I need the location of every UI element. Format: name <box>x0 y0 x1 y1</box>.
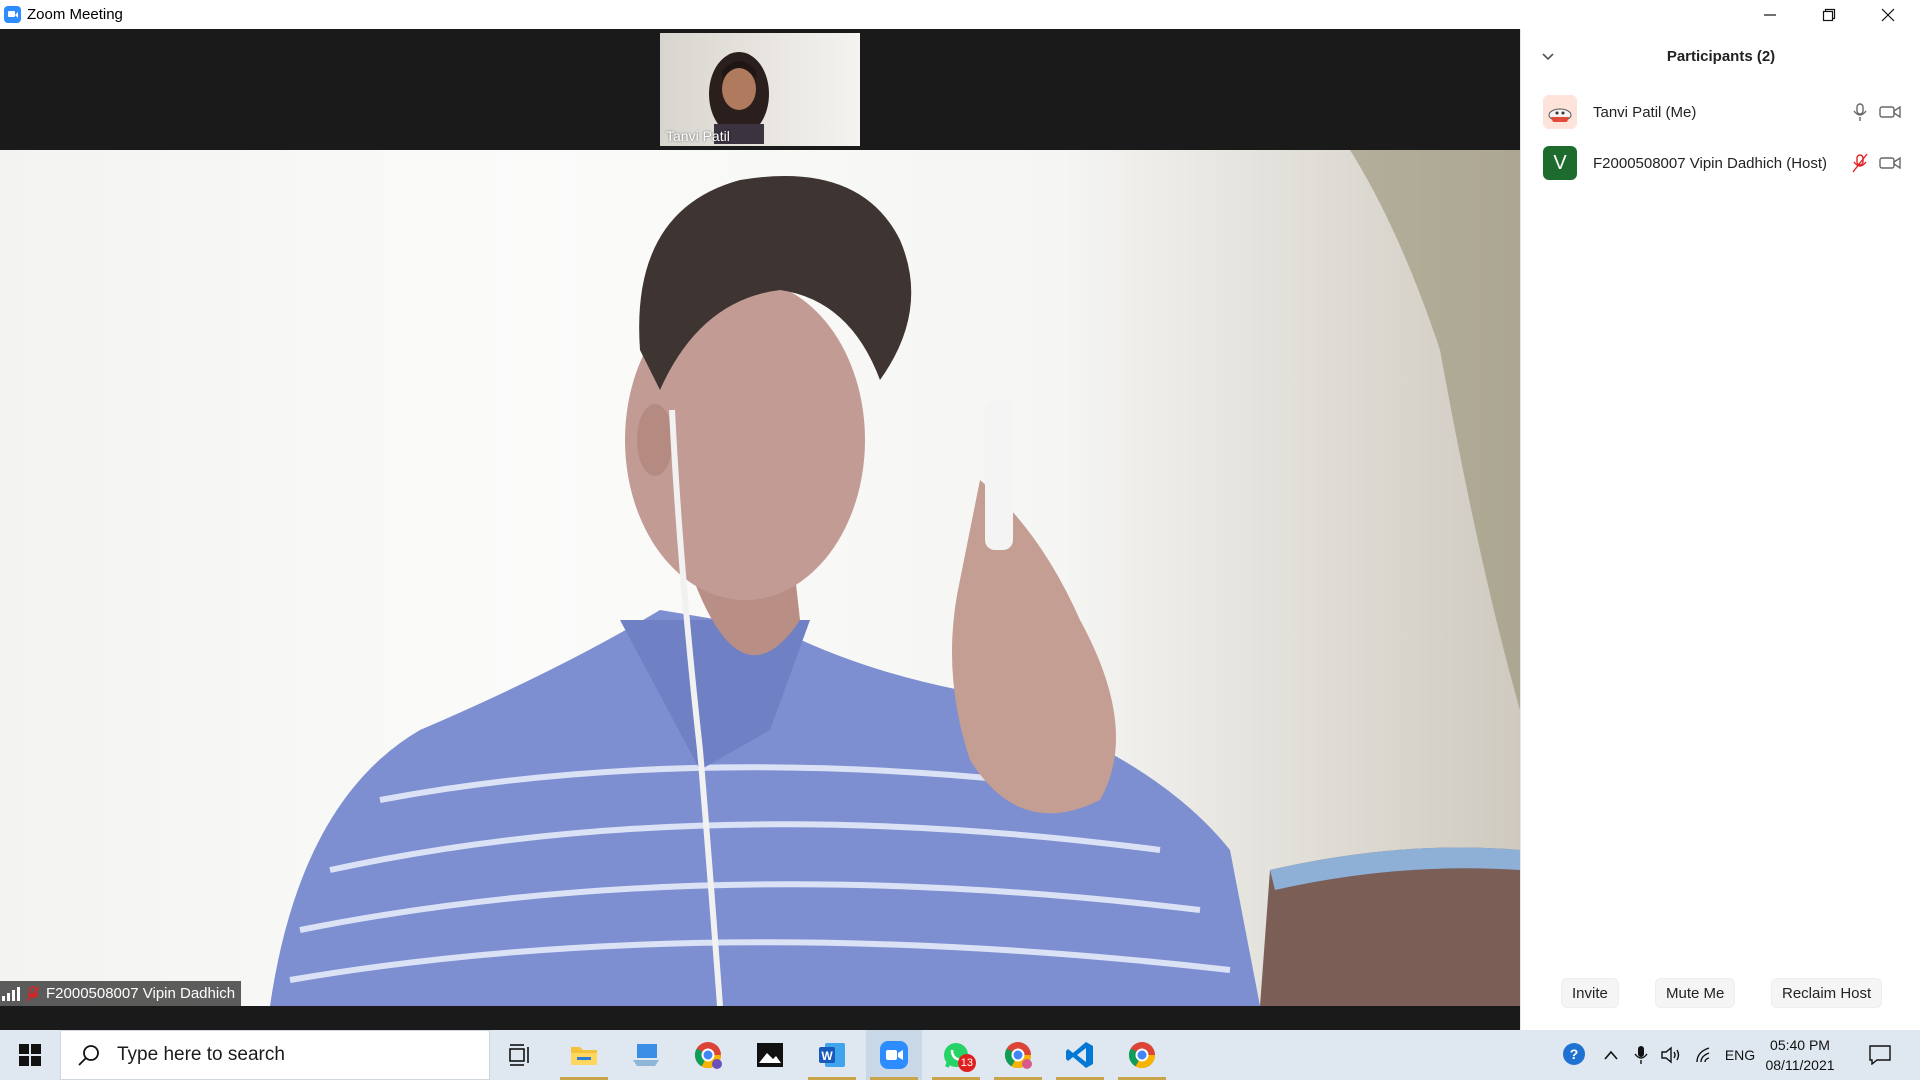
taskbar-app-photos[interactable] <box>742 1030 798 1080</box>
participant-name: F2000508007 Vipin Dadhich (Host) <box>1593 154 1828 172</box>
speaker-video-feed <box>270 150 1520 1006</box>
participants-panel-header: Participants (2) <box>1521 29 1920 85</box>
minimize-icon <box>1764 13 1776 16</box>
zoom-icon <box>880 1041 908 1069</box>
microphone-icon[interactable] <box>1851 102 1869 122</box>
close-icon <box>1881 8 1895 21</box>
video-camera-icon[interactable] <box>1879 103 1901 121</box>
participants-panel: Participants (2) Tanvi Patil (Me) V F200… <box>1520 29 1920 1030</box>
participants-panel-title: Participants (2) <box>1666 48 1776 65</box>
folder-icon <box>571 1047 597 1065</box>
taskbar: Type here to search W 13 ? ENG 05:40 PM … <box>0 1030 1920 1080</box>
volume-tray-icon[interactable] <box>1656 1030 1686 1080</box>
video-area: Tanvi Patil F2000508007 Vipin Dadhich <box>0 29 1520 1030</box>
chrome-icon <box>1128 1042 1156 1069</box>
reclaim-host-button[interactable]: Reclaim Host <box>1771 978 1883 1008</box>
participant-row[interactable]: V F2000508007 Vipin Dadhich (Host) <box>1521 138 1920 188</box>
speaker-icon <box>1661 1046 1680 1064</box>
zoom-app-icon <box>4 6 21 23</box>
restore-icon <box>1822 8 1836 21</box>
microphone-icon <box>1634 1046 1648 1064</box>
system-clock[interactable]: 05:40 PM 08/11/2021 <box>1762 1030 1838 1080</box>
taskbar-app-word[interactable]: W <box>804 1030 860 1080</box>
taskbar-search-box[interactable]: Type here to search <box>60 1030 490 1080</box>
invite-button[interactable]: Invite <box>1561 978 1619 1008</box>
windows-logo-icon <box>19 1044 41 1066</box>
word-icon: W <box>819 1043 845 1067</box>
computer-icon <box>633 1044 659 1066</box>
mute-me-button[interactable]: Mute Me <box>1655 978 1736 1008</box>
taskbar-app-file-explorer[interactable] <box>556 1030 612 1080</box>
taskbar-app-chrome-profile[interactable] <box>680 1030 736 1080</box>
taskbar-app-zoom[interactable] <box>866 1030 922 1080</box>
window-title: Zoom Meeting <box>27 6 123 23</box>
connection-signal-icon <box>2 986 20 1001</box>
minimize-button[interactable] <box>1741 0 1799 29</box>
speaker-name-tag: F2000508007 Vipin Dadhich <box>0 981 242 1006</box>
avatar: V <box>1543 146 1577 180</box>
participant-row[interactable]: Tanvi Patil (Me) <box>1521 87 1920 137</box>
thumbnail-name-label: Tanvi Patil <box>666 128 730 144</box>
profile-picture-icon <box>1543 95 1577 129</box>
taskbar-app-vscode[interactable] <box>1052 1030 1108 1080</box>
notification-badge: 13 <box>957 1054 976 1072</box>
participants-panel-footer: Invite Mute Me Reclaim Host <box>1521 978 1920 1012</box>
taskbar-app-whatsapp[interactable]: 13 <box>928 1030 984 1080</box>
muted-mic-icon <box>26 985 40 1001</box>
start-button[interactable] <box>0 1030 60 1080</box>
photos-icon <box>757 1043 783 1067</box>
input-language-indicator[interactable]: ENG <box>1722 1030 1758 1080</box>
network-tray-icon[interactable] <box>1690 1030 1720 1080</box>
microphone-tray-icon[interactable] <box>1628 1030 1654 1080</box>
clock-time: 05:40 PM <box>1770 1037 1830 1053</box>
chrome-icon <box>1004 1042 1032 1069</box>
clock-date: 08/11/2021 <box>1765 1057 1835 1073</box>
thumbnail-strip: Tanvi Patil <box>0 29 1520 150</box>
svg-text:W: W <box>821 1049 833 1063</box>
participant-thumbnail[interactable]: Tanvi Patil <box>660 33 860 146</box>
wifi-icon <box>1696 1047 1710 1063</box>
search-icon <box>78 1045 99 1066</box>
restore-button[interactable] <box>1800 0 1858 29</box>
help-tray-icon[interactable]: ? <box>1558 1030 1592 1080</box>
chrome-icon <box>694 1042 722 1069</box>
title-bar: Zoom Meeting <box>0 0 1920 29</box>
video-camera-icon[interactable] <box>1879 154 1901 172</box>
speaker-name-label: F2000508007 Vipin Dadhich <box>46 985 236 1002</box>
help-icon: ? <box>1563 1043 1585 1065</box>
chevron-up-icon <box>1604 1050 1618 1060</box>
taskbar-app-this-pc[interactable] <box>618 1030 674 1080</box>
close-button[interactable] <box>1859 0 1917 29</box>
svg-text:?: ? <box>1570 1046 1579 1062</box>
participant-name: Tanvi Patil (Me) <box>1593 103 1697 121</box>
main-speaker-video[interactable] <box>0 150 1520 1006</box>
action-center-button[interactable] <box>1860 1030 1900 1080</box>
vscode-icon <box>1066 1042 1093 1068</box>
notification-icon <box>1869 1045 1891 1065</box>
taskbar-app-chrome[interactable] <box>1114 1030 1170 1080</box>
muted-microphone-icon[interactable] <box>1851 153 1869 173</box>
task-view-button[interactable] <box>492 1030 548 1080</box>
avatar <box>1543 95 1577 129</box>
search-placeholder: Type here to search <box>117 1044 285 1065</box>
video-bottom-bar <box>0 1006 1520 1030</box>
taskbar-app-chrome-t[interactable] <box>990 1030 1046 1080</box>
show-hidden-icons-button[interactable] <box>1598 1030 1624 1080</box>
task-view-icon <box>509 1044 529 1066</box>
